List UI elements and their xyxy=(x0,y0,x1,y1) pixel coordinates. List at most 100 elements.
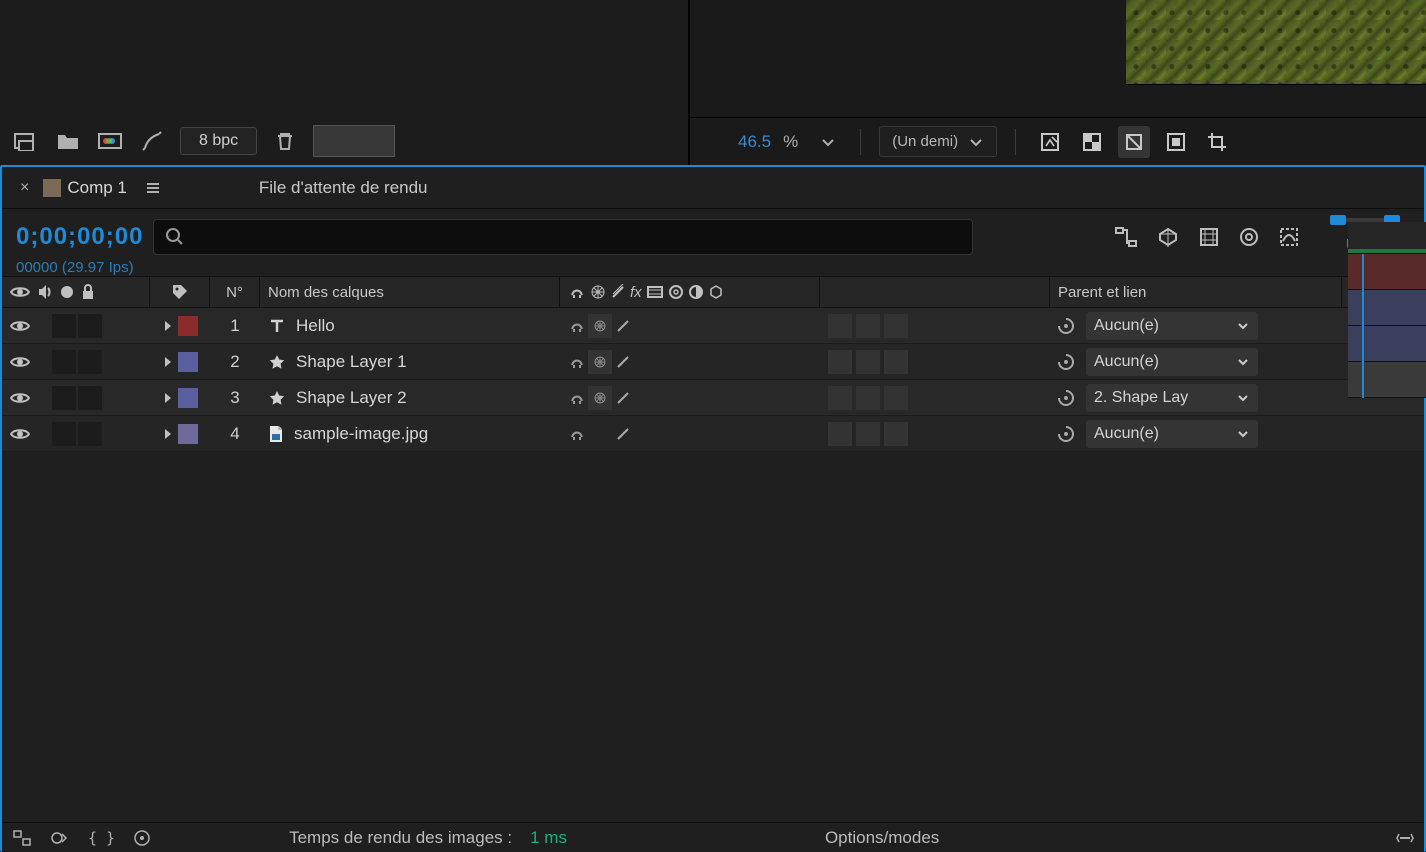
shy-switch[interactable] xyxy=(568,317,586,335)
pickwhip-icon[interactable] xyxy=(1056,424,1076,444)
parent-dropdown[interactable]: Aucun(e) xyxy=(1086,420,1258,448)
lock-toggle[interactable] xyxy=(78,386,102,410)
parent-dropdown[interactable]: Aucun(e) xyxy=(1086,348,1258,376)
mask-visibility-icon[interactable] xyxy=(1118,126,1150,158)
color-depth-button[interactable]: 8 bpc xyxy=(180,127,257,155)
layer-name[interactable]: Shape Layer 1 xyxy=(296,352,407,372)
new-comp-icon[interactable] xyxy=(96,127,124,155)
comp-tab[interactable]: Comp 1 xyxy=(67,178,127,198)
track-matte-slot[interactable] xyxy=(828,422,852,446)
lock-toggle[interactable] xyxy=(78,350,102,374)
layer-row[interactable]: 2 Shape Layer 1 Aucun(e) xyxy=(2,344,1424,380)
lock-column-icon[interactable] xyxy=(80,283,96,301)
pickwhip-icon[interactable] xyxy=(1056,388,1076,408)
track-matte-slot[interactable] xyxy=(884,314,908,338)
layer-bar[interactable] xyxy=(1348,254,1426,290)
parent-column-header[interactable]: Parent et lien xyxy=(1050,277,1342,307)
layer-bar[interactable] xyxy=(1348,326,1426,362)
layer-name[interactable]: Shape Layer 2 xyxy=(296,388,407,408)
timecode[interactable]: 0;00;00;00 xyxy=(16,223,143,251)
tab-menu-icon[interactable] xyxy=(137,181,169,195)
new-folder-icon[interactable] xyxy=(54,127,82,155)
shy-header-icon[interactable] xyxy=(568,283,586,301)
interpret-footage-icon[interactable] xyxy=(12,127,40,155)
layer-name[interactable]: sample-image.jpg xyxy=(294,424,428,444)
visibility-toggle[interactable] xyxy=(10,355,30,369)
label-color[interactable] xyxy=(178,352,198,372)
motionblur-header-icon[interactable] xyxy=(668,284,684,300)
track-matte-slot[interactable] xyxy=(884,422,908,446)
adjustment-icon[interactable] xyxy=(138,127,166,155)
collapse-switch[interactable] xyxy=(588,386,612,410)
project-color-swatch[interactable] xyxy=(313,125,395,157)
fx-header-icon[interactable]: fx xyxy=(630,284,642,301)
layer-bar[interactable] xyxy=(1348,290,1426,326)
resolution-dropdown[interactable]: (Un demi) xyxy=(879,126,997,157)
toggle-switches-icon[interactable] xyxy=(12,829,32,847)
track-matte-slot[interactable] xyxy=(884,350,908,374)
zoom-out-icon[interactable] xyxy=(1396,829,1414,847)
layer-bar[interactable] xyxy=(1348,362,1426,398)
name-column-header[interactable]: Nom des calques xyxy=(260,277,560,307)
close-tab-icon[interactable]: × xyxy=(12,179,37,197)
solo-toggle[interactable] xyxy=(52,314,76,338)
layer-row[interactable]: 3 Shape Layer 2 2. Shape Lay xyxy=(2,380,1424,416)
index-column-header[interactable]: N° xyxy=(210,277,260,307)
adjustment-header-icon[interactable] xyxy=(688,284,704,300)
trash-icon[interactable] xyxy=(271,127,299,155)
parent-dropdown[interactable]: 2. Shape Lay xyxy=(1086,384,1258,412)
solo-toggle[interactable] xyxy=(52,422,76,446)
visibility-column-icon[interactable] xyxy=(10,285,30,299)
track-matte-slot[interactable] xyxy=(856,314,880,338)
collapse-switch[interactable] xyxy=(588,350,612,374)
audio-column-icon[interactable] xyxy=(36,283,54,301)
collapse-header-icon[interactable] xyxy=(590,284,606,300)
graph-editor-icon[interactable] xyxy=(1278,226,1300,248)
crop-icon[interactable] xyxy=(1202,126,1234,158)
twirl-icon[interactable] xyxy=(162,427,174,441)
track-matte-slot[interactable] xyxy=(856,350,880,374)
toggle-modes-icon[interactable] xyxy=(50,829,70,847)
visibility-toggle[interactable] xyxy=(10,427,30,441)
render-queue-tab[interactable]: File d'attente de rendu xyxy=(259,178,428,198)
shy-switch[interactable] xyxy=(568,353,586,371)
track-matte-slot[interactable] xyxy=(828,386,852,410)
quality-switch[interactable] xyxy=(614,317,632,335)
comp-flow-icon[interactable] xyxy=(1114,226,1138,248)
track-matte-slot[interactable] xyxy=(828,314,852,338)
frame-blend-icon[interactable] xyxy=(1198,226,1220,248)
motion-blur-icon[interactable] xyxy=(1238,226,1260,248)
render-time-icon[interactable] xyxy=(133,829,151,847)
twirl-icon[interactable] xyxy=(162,355,174,369)
quality-header-icon[interactable] xyxy=(610,284,626,300)
draft3d-icon[interactable] xyxy=(1156,226,1180,248)
twirl-icon[interactable] xyxy=(162,391,174,405)
visibility-toggle[interactable] xyxy=(10,391,30,405)
lock-toggle[interactable] xyxy=(78,422,102,446)
layer-row[interactable]: 1 Hello Aucun(e) xyxy=(2,308,1424,344)
shy-switch[interactable] xyxy=(568,389,586,407)
3d-header-icon[interactable] xyxy=(708,284,724,300)
pickwhip-icon[interactable] xyxy=(1056,316,1076,336)
collapse-switch[interactable] xyxy=(588,314,612,338)
quality-switch[interactable] xyxy=(614,353,632,371)
visibility-toggle[interactable] xyxy=(10,319,30,333)
layer-row[interactable]: 4 sample-image.jpg Aucun(e) xyxy=(2,416,1424,452)
label-color[interactable] xyxy=(178,424,198,444)
label-color[interactable] xyxy=(178,316,198,336)
solo-column-icon[interactable] xyxy=(60,285,74,299)
twirl-icon[interactable] xyxy=(162,319,174,333)
solo-toggle[interactable] xyxy=(52,350,76,374)
layer-name[interactable]: Hello xyxy=(296,316,335,336)
pickwhip-icon[interactable] xyxy=(1056,352,1076,372)
time-ruler[interactable] xyxy=(1348,222,1426,254)
parent-dropdown[interactable]: Aucun(e) xyxy=(1086,312,1258,340)
lock-toggle[interactable] xyxy=(78,314,102,338)
solo-toggle[interactable] xyxy=(52,386,76,410)
zoom-value[interactable]: 46.5 xyxy=(738,132,771,152)
layer-search-input[interactable] xyxy=(153,219,973,255)
fast-preview-icon[interactable] xyxy=(1034,126,1066,158)
timeline-track-area[interactable] xyxy=(1348,222,1426,398)
brackets-icon[interactable]: { } xyxy=(88,829,115,847)
transparency-grid-icon[interactable] xyxy=(1076,126,1108,158)
